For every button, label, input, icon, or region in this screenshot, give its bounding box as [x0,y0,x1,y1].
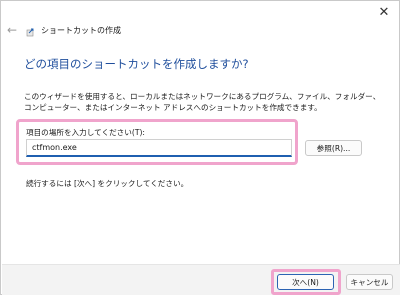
location-label: 項目の場所を入力してください(T): [26,128,145,137]
browse-button[interactable]: 参照(R)... [305,140,362,156]
next-button[interactable]: 次へ(N) [277,274,334,290]
page-heading: どの項目のショートカットを作成しますか? [24,57,249,71]
shortcut-wizard-icon [26,28,34,37]
close-button[interactable]: ✕ [371,2,397,22]
continue-instruction: 続行するには [次へ] をクリックしてください。 [26,179,189,188]
location-input[interactable] [26,139,292,157]
close-icon: ✕ [378,4,390,20]
cancel-button[interactable]: キャンセル [346,274,393,290]
wizard-description: このウィザードを使用すると、ローカルまたはネットワークにあるプログラム、ファイル… [24,92,381,112]
back-arrow-icon: ← [7,23,18,37]
back-button[interactable]: ← [7,23,21,37]
wizard-title: ショートカットの作成 [41,26,121,35]
create-shortcut-window: ✕ ← ショートカットの作成 どの項目のショートカットを作成しますか? このウィ… [0,0,400,295]
